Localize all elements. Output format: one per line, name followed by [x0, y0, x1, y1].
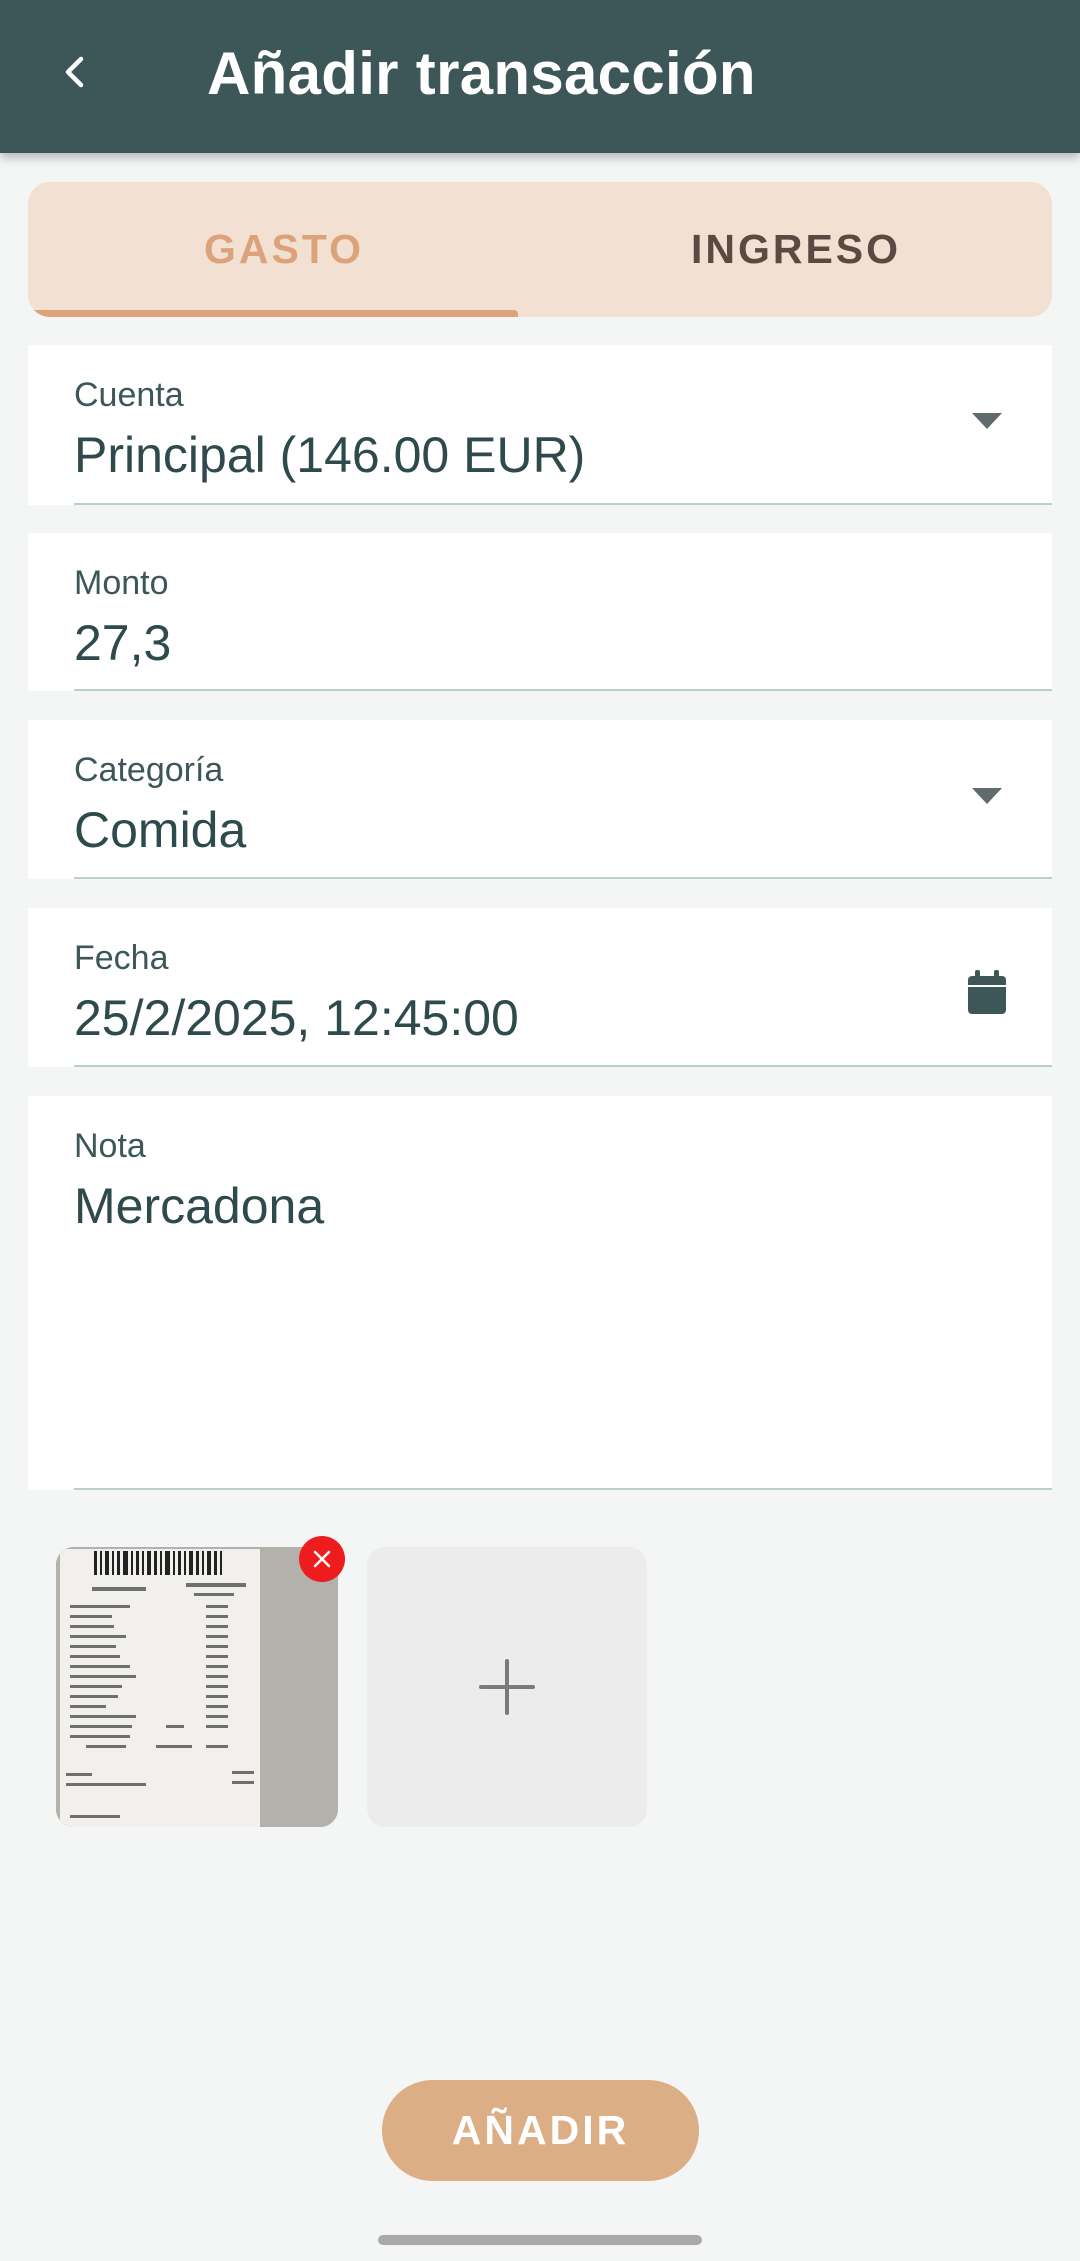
amount-value: 27,3	[74, 615, 172, 671]
account-select[interactable]: Cuenta Principal (146.00 EUR)	[28, 345, 1052, 505]
page-title: Añadir transacción	[207, 40, 756, 107]
account-value: Principal (146.00 EUR)	[74, 427, 586, 483]
note-label: Nota	[74, 1127, 146, 1165]
date-label: Fecha	[74, 939, 169, 977]
add-transaction-button[interactable]: AÑADIR	[382, 2080, 699, 2181]
plus-icon	[479, 1659, 535, 1715]
tab-selected-indicator	[28, 310, 518, 317]
amount-label: Monto	[74, 564, 169, 602]
dropdown-arrow-icon	[972, 788, 1002, 804]
chevron-left-icon	[65, 56, 84, 88]
transaction-type-tabs: GASTO INGRESO	[28, 182, 1052, 317]
category-label: Categoría	[74, 751, 224, 789]
remove-photo-button[interactable]	[299, 1536, 345, 1582]
add-photo-button[interactable]	[367, 1547, 647, 1827]
account-label: Cuenta	[74, 376, 184, 414]
category-value: Comida	[74, 802, 247, 858]
field-underline	[74, 689, 1052, 691]
tab-gasto[interactable]: GASTO	[28, 182, 540, 317]
field-underline	[74, 503, 1052, 505]
field-underline	[74, 1065, 1052, 1067]
field-underline	[74, 877, 1052, 879]
category-select[interactable]: Categoría Comida	[28, 720, 1052, 879]
home-indicator[interactable]	[378, 2235, 702, 2245]
calendar-icon[interactable]	[966, 970, 1008, 1016]
dropdown-arrow-icon	[972, 413, 1002, 429]
close-icon	[313, 1550, 331, 1568]
date-field[interactable]: Fecha 25/2/2025, 12:45:00	[28, 908, 1052, 1067]
app-bar: Añadir transacción	[0, 0, 1080, 153]
tab-ingreso[interactable]: INGRESO	[540, 182, 1052, 317]
amount-field[interactable]: Monto 27,3	[28, 533, 1052, 691]
back-button[interactable]	[40, 36, 112, 108]
attachments-row	[56, 1536, 656, 1827]
date-value: 25/2/2025, 12:45:00	[74, 990, 519, 1046]
note-field[interactable]: Nota Mercadona	[28, 1096, 1052, 1490]
receipt-photo-thumbnail[interactable]	[56, 1547, 338, 1827]
note-value: Mercadona	[74, 1178, 325, 1234]
receipt-image	[56, 1547, 338, 1827]
field-underline	[74, 1488, 1052, 1490]
